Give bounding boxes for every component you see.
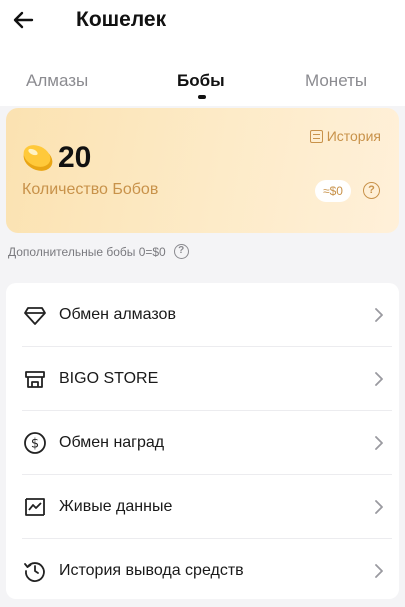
chevron-right-icon	[375, 435, 383, 450]
bean-coin-icon	[23, 145, 53, 171]
bean-count: 20	[58, 141, 92, 174]
menu-item-label: Обмен наград	[59, 433, 165, 451]
beans-balance-card: История 20 Количество Бобов ≈$0 ?	[6, 108, 399, 233]
dollar-circle-icon: $	[24, 431, 46, 454]
history-label: История	[326, 128, 381, 144]
menu-item-bigo-store[interactable]: BIGO STORE	[6, 347, 399, 410]
extra-beans-row: Дополнительные бобы 0=$0 ?	[8, 244, 189, 259]
menu-item-live-data[interactable]: Живые данные	[6, 475, 399, 538]
diamond-icon	[24, 306, 46, 325]
page-title: Кошелек	[76, 8, 167, 31]
svg-text:$: $	[31, 436, 39, 451]
menu-item-withdrawal-history[interactable]: История вывода средств	[6, 539, 399, 602]
menu-item-label: История вывода средств	[59, 561, 244, 579]
store-icon	[25, 370, 45, 388]
arrow-left-icon[interactable]	[10, 6, 38, 34]
chevron-right-icon	[375, 499, 383, 514]
chart-icon	[25, 497, 45, 516]
help-icon[interactable]: ?	[173, 244, 189, 259]
tab-bar: Алмазы Бобы Монеты	[0, 44, 405, 106]
history-link[interactable]: История	[309, 128, 381, 144]
wallet-menu: Обмен алмазов BIGO STORE $ Обмен наград	[6, 283, 399, 599]
tab-beans[interactable]: Бобы	[177, 70, 225, 92]
history-list-icon	[309, 129, 323, 143]
menu-item-label: Обмен алмазов	[59, 305, 176, 323]
extra-beans-label: Дополнительные бобы 0=$0	[8, 244, 166, 259]
bean-count-label: Количество Бобов	[22, 181, 159, 198]
menu-item-diamond-exchange[interactable]: Обмен алмазов	[6, 283, 399, 346]
help-icon[interactable]: ?	[363, 182, 380, 199]
menu-item-label: BIGO STORE	[59, 369, 159, 387]
menu-item-reward-exchange[interactable]: $ Обмен наград	[6, 411, 399, 474]
menu-item-label: Живые данные	[59, 497, 173, 515]
active-tab-indicator	[198, 95, 206, 99]
bean-value-badge: ≈$0	[315, 180, 351, 202]
tab-diamonds[interactable]: Алмазы	[26, 70, 88, 92]
top-bar: Кошелек	[0, 0, 405, 44]
chevron-right-icon	[375, 563, 383, 578]
tab-coins[interactable]: Монеты	[305, 70, 367, 92]
chevron-right-icon	[375, 307, 383, 322]
chevron-right-icon	[375, 371, 383, 386]
clock-history-icon	[24, 561, 45, 582]
